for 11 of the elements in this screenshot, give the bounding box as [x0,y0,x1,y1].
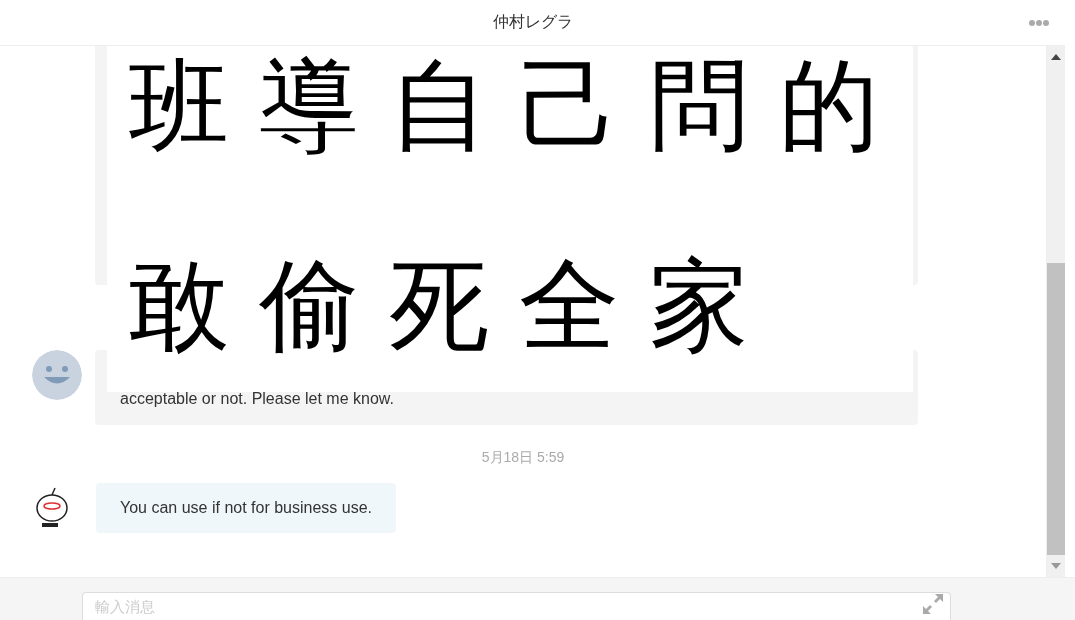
timestamp: 5月18日 5:59 [481,449,565,465]
chat-title: 仲村レグラ [492,12,573,32]
image-message[interactable]: 班導自己問的 敢偷死全家 [107,46,913,392]
image-text: 班導自己問的 [129,56,910,156]
expand-icon[interactable] [921,592,945,616]
scrollbar-thumb[interactable] [1047,263,1065,555]
message-bubble: You can use if not for business use. [96,483,396,533]
scroll-up-icon[interactable] [1051,54,1061,60]
more-icon[interactable] [1028,19,1050,27]
scrollbar[interactable] [1046,46,1065,577]
scroll-down-icon[interactable] [1051,563,1061,569]
